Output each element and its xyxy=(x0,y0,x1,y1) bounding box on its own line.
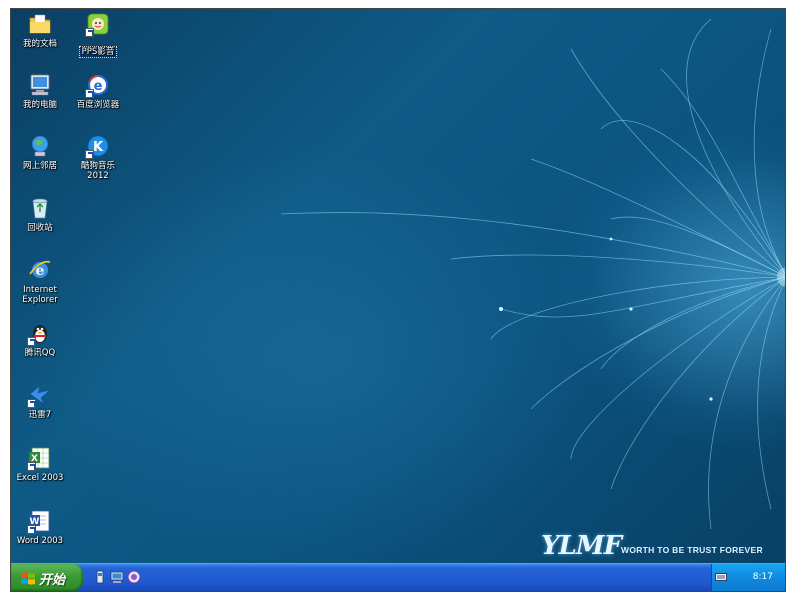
system-tray: 8:17 xyxy=(711,564,785,591)
quicklaunch-computer-icon[interactable] xyxy=(110,570,124,584)
shortcut-arrow-icon xyxy=(27,337,36,346)
desktop-icon-baidu-browser[interactable]: e 百度浏览器 xyxy=(69,72,127,110)
ylmf-logo-mark: YLMF xyxy=(541,531,622,561)
xunlei-bird-icon xyxy=(27,382,53,408)
recycle-bin-icon xyxy=(27,195,53,221)
desktop-icon-label: 酷狗音乐 2012 xyxy=(80,161,115,181)
desktop-icon-word-2003[interactable]: W Word 2003 xyxy=(11,508,69,546)
wallpaper-logo: YLMF WORTH TO BE TRUST FOREVER xyxy=(541,531,781,561)
folder-documents-icon xyxy=(27,11,53,37)
desktop-icon-excel-2003[interactable]: X Excel 2003 xyxy=(11,445,69,483)
qq-penguin-icon xyxy=(27,320,53,346)
excel-icon: X xyxy=(27,445,53,471)
wallpaper-flower-art xyxy=(280,18,785,530)
shortcut-arrow-icon xyxy=(85,150,94,159)
svg-text:e: e xyxy=(94,79,103,94)
desktop-screen: 我的文档 我的电脑 网上邻居 回收站 e Internet Explorer 腾… xyxy=(10,8,786,592)
desktop-icon-kugou-music[interactable]: K 酷狗音乐 2012 xyxy=(69,133,127,181)
start-label: 开始 xyxy=(39,573,66,588)
desktop-icon-label: PPS影音 xyxy=(78,46,118,58)
desktop-icon-label: Internet Explorer xyxy=(22,285,58,305)
desktop-icon-my-documents[interactable]: 我的文档 xyxy=(11,11,69,49)
desktop-icon-label: 腾讯QQ xyxy=(24,348,56,358)
windows-flag-icon xyxy=(21,572,35,585)
desktop-icon-label: Word 2003 xyxy=(16,536,64,546)
quicklaunch-browser-icon[interactable] xyxy=(127,570,141,584)
start-button[interactable]: 开始 xyxy=(11,564,83,591)
logo-tagline: WORTH TO BE TRUST FOREVER xyxy=(621,545,763,555)
desktop-icon-recycle-bin[interactable]: 回收站 xyxy=(11,195,69,233)
desktop-icon-label: 百度浏览器 xyxy=(76,100,120,110)
desktop-icon-my-computer[interactable]: 我的电脑 xyxy=(11,72,69,110)
computer-icon xyxy=(27,72,53,98)
keyboard-icon[interactable] xyxy=(715,573,727,581)
pps-player-icon xyxy=(85,11,111,37)
desktop-icon-label: Excel 2003 xyxy=(16,473,64,483)
shortcut-arrow-icon xyxy=(85,89,94,98)
quicklaunch-show-desktop-icon[interactable] xyxy=(93,570,107,584)
desktop-icon-label: 网上邻居 xyxy=(22,161,57,171)
shortcut-arrow-icon xyxy=(85,28,94,37)
desktop-icon-network-places[interactable]: 网上邻居 xyxy=(11,133,69,171)
desktop-icon-label: 我的文档 xyxy=(22,39,57,49)
taskbar-clock[interactable]: 8:17 xyxy=(753,572,773,582)
shortcut-arrow-icon xyxy=(27,462,36,471)
internet-explorer-icon: e xyxy=(27,257,53,283)
baidu-browser-icon: e xyxy=(85,72,111,98)
desktop-icon-label: 回收站 xyxy=(27,223,53,233)
taskbar: 开始 8:17 xyxy=(11,563,785,591)
shortcut-arrow-icon xyxy=(27,399,36,408)
shortcut-arrow-icon xyxy=(27,525,36,534)
desktop-icon-internet-explorer[interactable]: e Internet Explorer xyxy=(11,257,69,305)
word-icon: W xyxy=(27,508,53,534)
desktop-icon-tencent-qq[interactable]: 腾讯QQ xyxy=(11,320,69,358)
desktop-icon-label: 我的电脑 xyxy=(22,100,57,110)
desktop-icon-pps[interactable]: PPS影音 xyxy=(69,11,127,58)
desktop-icon-xunlei[interactable]: 迅雷7 xyxy=(11,382,69,420)
kugou-icon: K xyxy=(85,133,111,159)
network-globe-icon xyxy=(27,133,53,159)
desktop-icon-label: 迅雷7 xyxy=(28,410,52,420)
svg-text:K: K xyxy=(93,140,104,155)
